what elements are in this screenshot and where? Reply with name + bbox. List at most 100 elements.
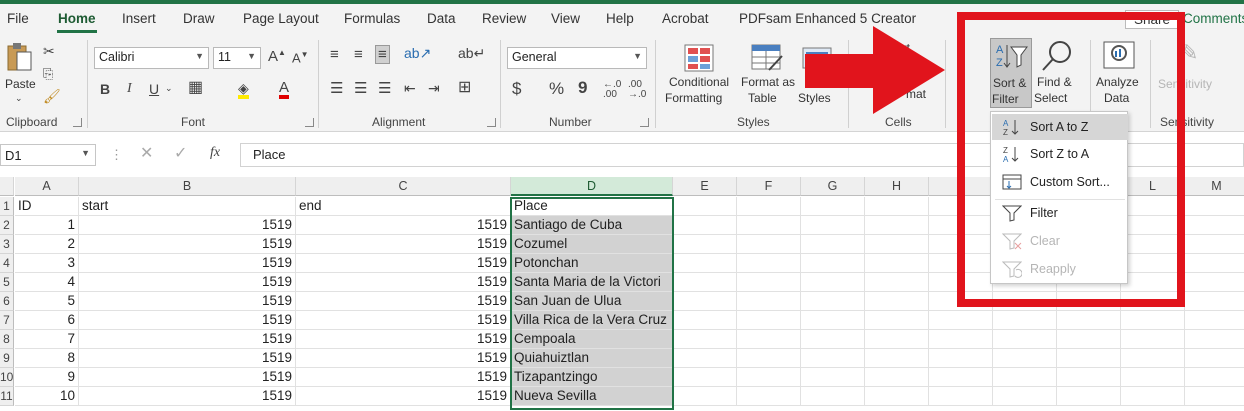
cell-empty[interactable]	[737, 197, 801, 216]
cell-b[interactable]: 1519	[79, 387, 296, 406]
cell-empty[interactable]	[737, 311, 801, 330]
cell-empty[interactable]	[865, 330, 929, 349]
cell-empty[interactable]	[737, 216, 801, 235]
cell-empty[interactable]	[1121, 387, 1185, 406]
cell-empty[interactable]	[737, 349, 801, 368]
cell-empty[interactable]	[737, 368, 801, 387]
wrap-text-icon[interactable]: ab↵	[458, 46, 485, 60]
row-header[interactable]: 7	[0, 311, 14, 330]
cell-empty[interactable]	[1185, 254, 1244, 273]
cell-empty[interactable]	[801, 254, 865, 273]
font-size-combo[interactable]: 11 ▼	[213, 47, 261, 69]
column-header-d[interactable]: D	[511, 177, 673, 196]
fill-color-icon[interactable]: ◈	[238, 81, 249, 99]
number-format-combo[interactable]: General ▼	[507, 47, 647, 69]
cell-b[interactable]: 1519	[79, 368, 296, 387]
cell-c[interactable]: 1519	[296, 254, 511, 273]
column-header-e[interactable]: E	[673, 177, 737, 196]
row-header[interactable]: 8	[0, 330, 14, 349]
cell-empty[interactable]	[1057, 330, 1121, 349]
top-align-icon[interactable]: ≡	[330, 47, 339, 62]
cell-c[interactable]: 1519	[296, 216, 511, 235]
tab-view[interactable]: View	[551, 11, 580, 26]
comments-button[interactable]: Comments	[1183, 11, 1244, 26]
cell-b[interactable]: 1519	[79, 292, 296, 311]
cell-c[interactable]: 1519	[296, 311, 511, 330]
increase-decimal-icon[interactable]: ←.0.00	[603, 80, 621, 100]
cell-c[interactable]: 1519	[296, 292, 511, 311]
row-header[interactable]: 11	[0, 387, 14, 406]
cell-empty[interactable]	[1185, 273, 1244, 292]
cell-empty[interactable]	[993, 330, 1057, 349]
cell-empty[interactable]	[1185, 235, 1244, 254]
conditional-formatting-button[interactable]: Conditional Formatting	[663, 42, 735, 108]
tab-review[interactable]: Review	[482, 11, 526, 26]
cell-empty[interactable]	[865, 216, 929, 235]
cell-empty[interactable]	[1057, 311, 1121, 330]
cell-d[interactable]: Villa Rica de la Vera Cruz	[511, 311, 673, 330]
middle-align-icon[interactable]: ≡	[354, 47, 363, 62]
font-launcher-icon[interactable]	[305, 118, 314, 127]
underline-button[interactable]: U	[149, 82, 159, 96]
italic-button[interactable]: I	[127, 82, 132, 96]
cell-empty[interactable]	[1185, 330, 1244, 349]
cell-empty[interactable]	[865, 235, 929, 254]
cell-b[interactable]: start	[79, 197, 296, 216]
tab-insert[interactable]: Insert	[122, 11, 156, 26]
cell-empty[interactable]	[929, 387, 993, 406]
comma-button[interactable]: 9	[578, 79, 587, 96]
cell-empty[interactable]	[801, 330, 865, 349]
cell-b[interactable]: 1519	[79, 311, 296, 330]
tab-page-layout[interactable]: Page Layout	[243, 11, 319, 26]
align-left-icon[interactable]: ☰	[330, 81, 343, 96]
cell-b[interactable]: 1519	[79, 273, 296, 292]
row-header[interactable]: 9	[0, 349, 14, 368]
cell-empty[interactable]	[801, 311, 865, 330]
tab-acrobat[interactable]: Acrobat	[662, 11, 709, 26]
tab-help[interactable]: Help	[606, 11, 634, 26]
cell-empty[interactable]	[1121, 349, 1185, 368]
cell-a[interactable]: 2	[15, 235, 79, 254]
cell-empty[interactable]	[1185, 216, 1244, 235]
cell-c[interactable]: 1519	[296, 273, 511, 292]
cell-c[interactable]: 1519	[296, 235, 511, 254]
tab-formulas[interactable]: Formulas	[344, 11, 400, 26]
bottom-align-icon[interactable]: ≡	[375, 45, 390, 64]
decrease-font-icon[interactable]: A▼	[292, 51, 309, 65]
cell-b[interactable]: 1519	[79, 349, 296, 368]
column-header-m[interactable]: M	[1185, 177, 1244, 196]
currency-button[interactable]: $	[512, 80, 521, 97]
cancel-entry-icon[interactable]: ✕	[140, 146, 153, 162]
column-header-a[interactable]: A	[15, 177, 79, 196]
cell-empty[interactable]	[737, 387, 801, 406]
cell-b[interactable]: 1519	[79, 235, 296, 254]
cell-empty[interactable]	[801, 273, 865, 292]
cell-a[interactable]: 1	[15, 216, 79, 235]
tab-pdfsam[interactable]: PDFsam Enhanced 5 Creator	[739, 11, 916, 26]
cell-empty[interactable]	[737, 292, 801, 311]
cell-empty[interactable]	[737, 235, 801, 254]
row-header[interactable]: 1	[0, 197, 14, 216]
cell-c[interactable]: end	[296, 197, 511, 216]
cell-empty[interactable]	[865, 387, 929, 406]
row-header[interactable]: 3	[0, 235, 14, 254]
font-color-icon[interactable]: A	[279, 80, 290, 99]
decrease-indent-icon[interactable]: ⇤	[404, 81, 416, 95]
increase-indent-icon[interactable]: ⇥	[428, 81, 440, 95]
cell-a[interactable]: 9	[15, 368, 79, 387]
cell-empty[interactable]	[865, 311, 929, 330]
format-as-table-button[interactable]: Format as Table	[738, 42, 796, 108]
percent-button[interactable]: %	[549, 80, 564, 97]
cell-b[interactable]: 1519	[79, 216, 296, 235]
cell-empty[interactable]	[673, 330, 737, 349]
cell-empty[interactable]	[801, 235, 865, 254]
cell-a[interactable]: 8	[15, 349, 79, 368]
cut-icon[interactable]: ✂	[43, 44, 55, 58]
cell-empty[interactable]	[673, 235, 737, 254]
cell-empty[interactable]	[737, 330, 801, 349]
row-header[interactable]: 6	[0, 292, 14, 311]
cell-d[interactable]: Place	[511, 197, 673, 216]
cell-empty[interactable]	[673, 349, 737, 368]
tab-file[interactable]: File	[7, 11, 29, 26]
cell-a[interactable]: 5	[15, 292, 79, 311]
